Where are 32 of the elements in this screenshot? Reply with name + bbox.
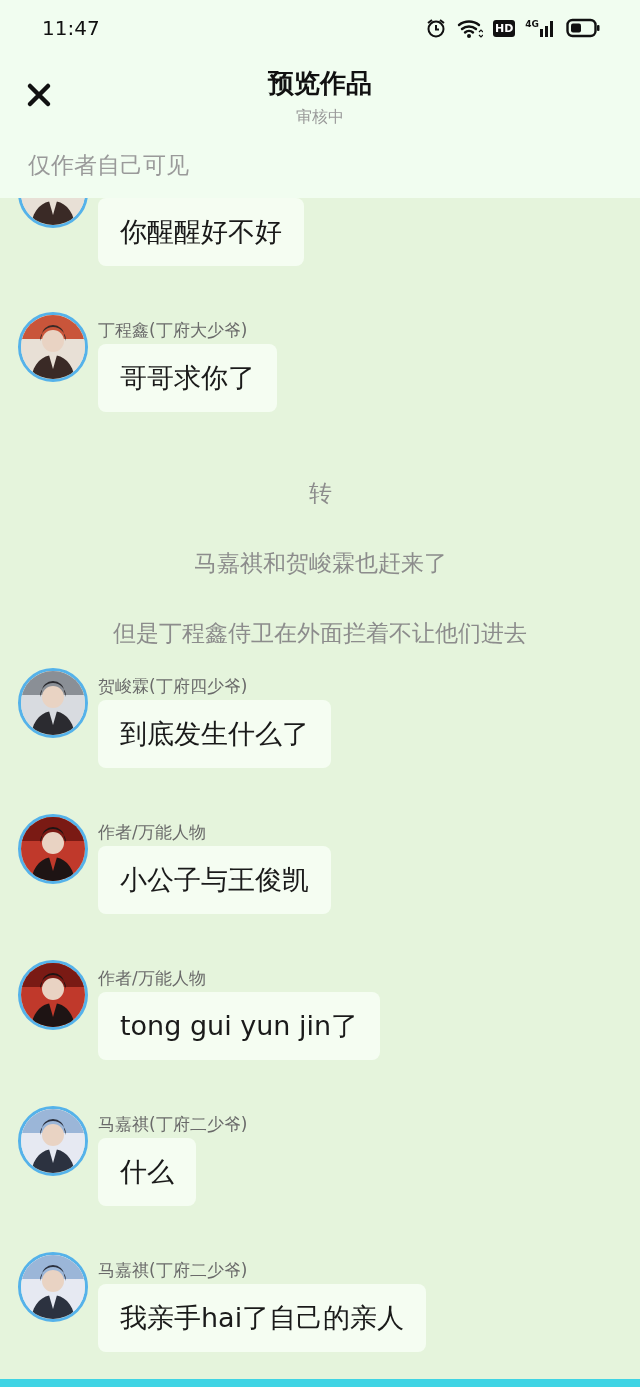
visibility-notice: 仅作者自己可见 xyxy=(27,151,190,180)
avatar[interactable] xyxy=(18,1106,88,1176)
message-bubble: 到底发生什么了 xyxy=(98,700,331,768)
avatar[interactable] xyxy=(18,960,88,1030)
avatar[interactable] xyxy=(18,1252,88,1322)
message-bubble: 小公子与王俊凯 xyxy=(98,846,331,914)
avatar[interactable] xyxy=(18,668,88,738)
sender-name: 作者/万能人物 xyxy=(98,821,206,844)
narration-text: 转 xyxy=(307,479,333,508)
message-bubble: 哥哥求你了 xyxy=(98,344,277,412)
alarm-icon xyxy=(425,17,447,39)
review-status: 审核中 xyxy=(296,107,344,128)
sender-name: 丁程鑫(丁府大少爷) xyxy=(98,319,248,342)
sender-name: 作者/万能人物 xyxy=(98,967,206,990)
wifi-icon xyxy=(457,17,483,39)
hd-badge: HD xyxy=(493,19,516,37)
status-time: 11:47 xyxy=(42,16,100,40)
close-icon xyxy=(26,82,52,108)
network-signal: 4G xyxy=(525,19,556,37)
message-bubble: 我亲手hai了自己的亲人 xyxy=(98,1284,427,1352)
narration-text: 但是丁程鑫侍卫在外面拦着不让他们进去 xyxy=(112,619,528,648)
sender-name: 马嘉祺(丁府二少爷) xyxy=(98,1113,248,1136)
avatar[interactable] xyxy=(18,814,88,884)
narration-text: 马嘉祺和贺峻霖也赶来了 xyxy=(192,549,448,578)
avatar[interactable] xyxy=(18,312,88,382)
message-bubble: tong gui yun jin了 xyxy=(98,992,381,1060)
sender-name: 马嘉祺(丁府二少爷) xyxy=(98,1259,248,1282)
message-bubble: 你醒醒好不好 xyxy=(98,198,304,266)
battery-icon xyxy=(566,18,600,38)
message-bubble: 什么 xyxy=(98,1138,196,1206)
sender-name: 贺峻霖(丁府四少爷) xyxy=(98,675,248,698)
page-title: 预览作品 xyxy=(268,67,372,100)
